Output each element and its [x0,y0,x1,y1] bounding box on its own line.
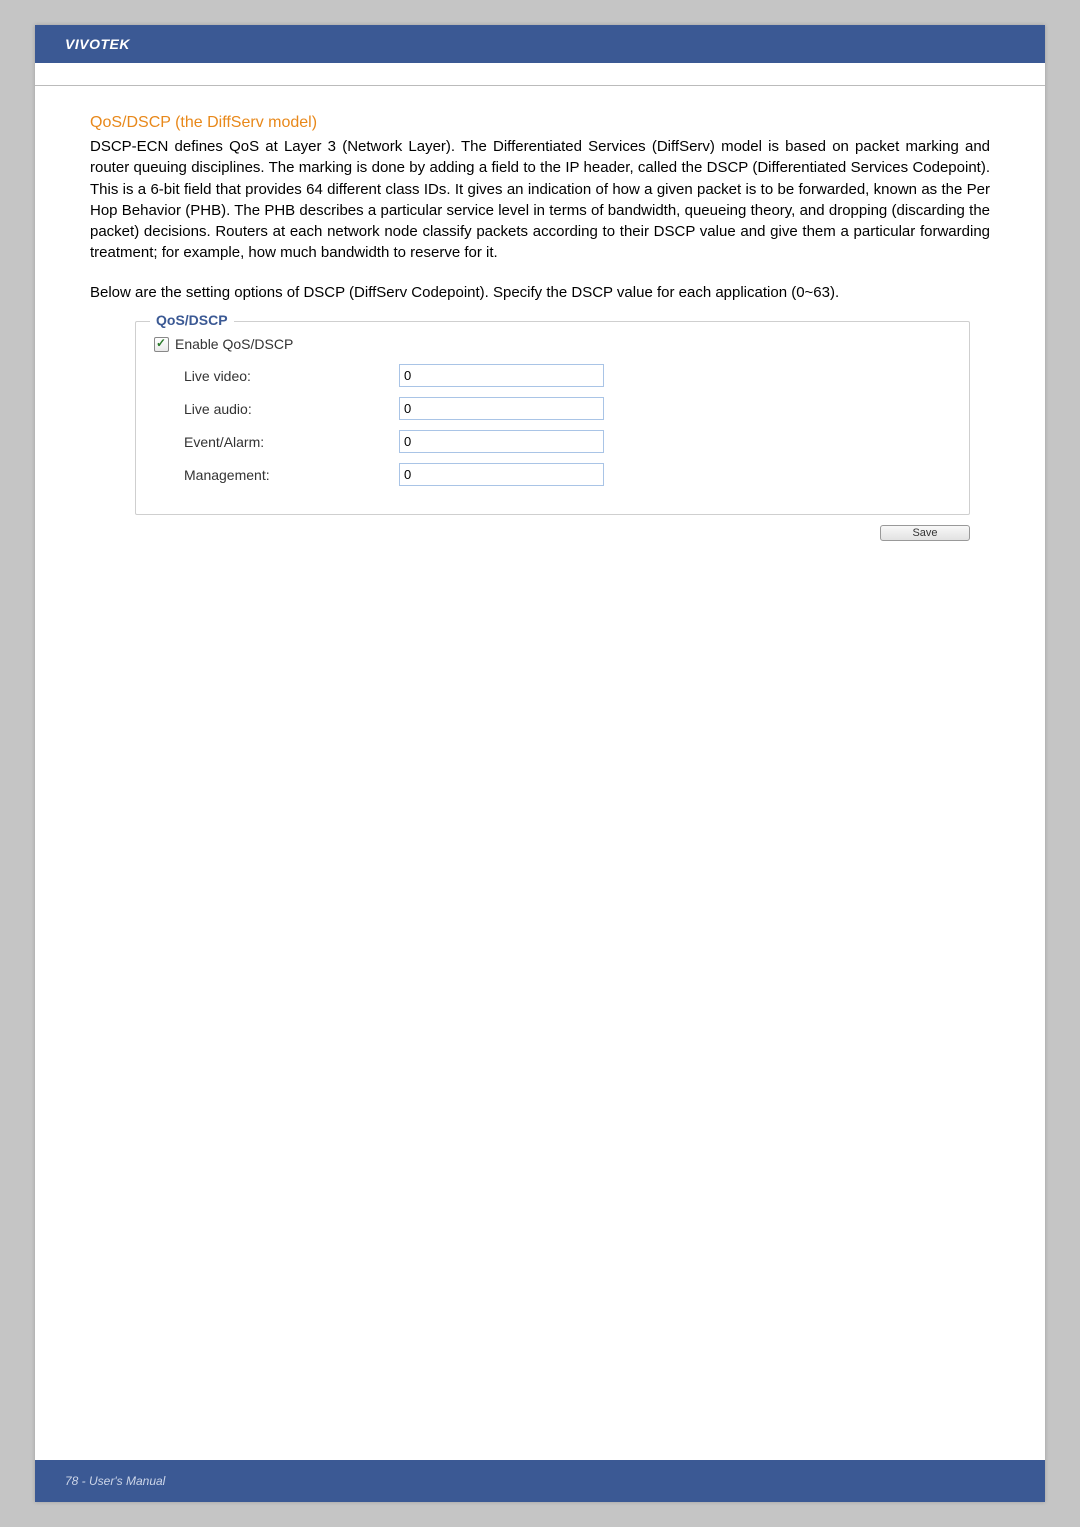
qos-fieldset-wrap: QoS/DSCP Enable QoS/DSCP Live video: Liv… [135,321,970,515]
qos-fieldset: QoS/DSCP Enable QoS/DSCP Live video: Liv… [135,321,970,515]
header-bar: VIVOTEK [35,25,1045,63]
footer-bar: 78 - User's Manual [35,1460,1045,1502]
input-event-alarm[interactable] [399,430,604,453]
row-event-alarm: Event/Alarm: [154,430,951,453]
row-live-video: Live video: [154,364,951,387]
input-management[interactable] [399,463,604,486]
document-page: VIVOTEK QoS/DSCP (the DiffServ model) DS… [35,25,1045,1502]
save-button[interactable]: Save [880,525,970,541]
paragraph-2: Below are the setting options of DSCP (D… [90,282,990,303]
label-event-alarm: Event/Alarm: [184,434,399,450]
checkbox-icon[interactable] [154,337,169,352]
label-live-video: Live video: [184,368,399,384]
enable-checkbox-label: Enable QoS/DSCP [175,336,293,352]
row-live-audio: Live audio: [154,397,951,420]
section-heading: QoS/DSCP (the DiffServ model) [90,114,990,132]
save-row: Save [90,523,970,541]
fieldset-legend: QoS/DSCP [150,312,234,328]
content-area: QoS/DSCP (the DiffServ model) DSCP-ECN d… [35,86,1045,541]
enable-checkbox-row[interactable]: Enable QoS/DSCP [154,336,951,352]
input-live-video[interactable] [399,364,604,387]
input-live-audio[interactable] [399,397,604,420]
label-management: Management: [184,467,399,483]
row-management: Management: [154,463,951,486]
brand-logo: VIVOTEK [65,36,130,52]
paragraph-1: DSCP-ECN defines QoS at Layer 3 (Network… [90,136,990,264]
label-live-audio: Live audio: [184,401,399,417]
footer-page-label: 78 - User's Manual [65,1474,165,1488]
